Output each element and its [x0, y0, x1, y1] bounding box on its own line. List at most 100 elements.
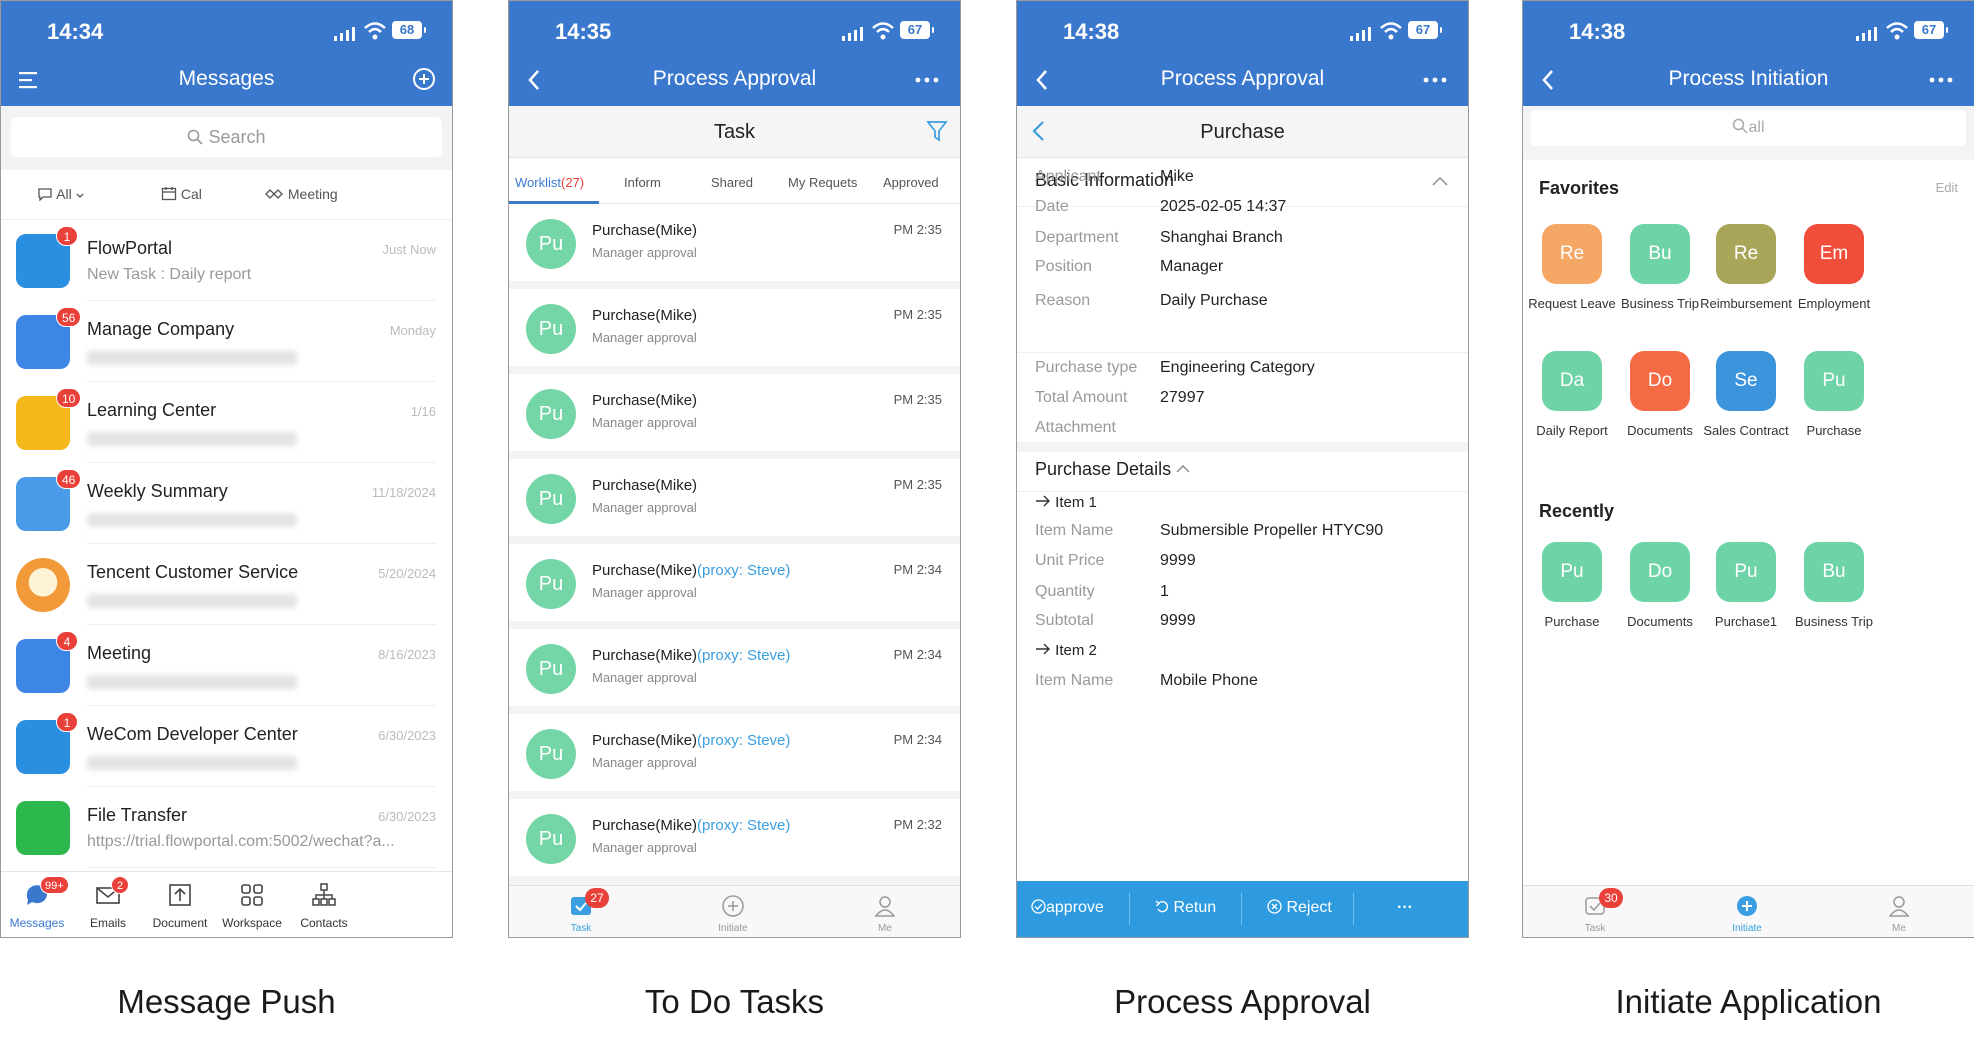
message-list: 1 FlowPortal New Task : Daily report Just N… [1, 220, 452, 868]
plus-circle-icon [1737, 896, 1757, 916]
task-row[interactable]: Pu Purchase(Mike)(proxy: Steve) Manager ap… [509, 629, 960, 706]
signal-icon [1350, 27, 1372, 41]
search-input[interactable]: Search [11, 117, 442, 157]
chevron-down-icon [76, 193, 84, 198]
message-row[interactable]: 1 WeCom Developer Center 6/30/2023 [1, 706, 452, 787]
tab-label: Initiate [718, 923, 748, 934]
message-row[interactable]: 4 Meeting 8/16/2023 [1, 625, 452, 706]
item-1-header: Item 1 [1035, 494, 1097, 511]
task-name: Purchase(Mike) [592, 732, 698, 749]
message-row[interactable]: 46 Weekly Summary 11/18/2024 [1, 463, 452, 544]
task-row[interactable]: Pu Purchase(Mike)(proxy: Steve) Manager ap… [509, 799, 960, 876]
recently-title: Recently [1539, 501, 1615, 521]
tab-task[interactable]: 27 Task [521, 886, 641, 937]
task-title: Purchase(Mike)(proxy: Steve) [592, 817, 790, 834]
more-icon[interactable] [1924, 67, 1960, 93]
task-row[interactable]: Pu Purchase(Mike)(proxy: Steve) Manager ap… [509, 714, 960, 791]
edit-button[interactable]: Edit [1936, 180, 1958, 195]
filter-cal[interactable]: Cal [161, 186, 202, 202]
filter-all[interactable]: All [37, 186, 84, 202]
approve-label: approve [1046, 899, 1104, 916]
sub-header: Task [509, 106, 960, 158]
filter-all-label: All [56, 186, 72, 202]
tab-contacts[interactable]: Contacts [279, 872, 369, 937]
status-time: 14:38 [1569, 19, 1626, 44]
message-time: 5/20/2024 [378, 566, 436, 581]
chevron-up-icon[interactable] [1432, 176, 1448, 186]
tab-me[interactable]: Me [825, 886, 945, 937]
filter-icon[interactable] [926, 120, 948, 142]
task-step: Manager approval [592, 245, 697, 260]
field-label: Item Name [1035, 672, 1114, 689]
section-purchase-details[interactable]: Purchase Details [1035, 459, 1190, 480]
add-icon[interactable] [402, 67, 438, 93]
filter-bar: All Cal Meeting [1, 170, 452, 220]
app-tile[interactable]: Bu Business Trip [1779, 542, 1889, 629]
message-row[interactable]: 56 Manage Company Monday [1, 301, 452, 382]
app-icon: Do [1630, 351, 1690, 411]
tab-initiate[interactable]: Initiate [1687, 886, 1807, 937]
status-bar: 14:38 67 [1523, 19, 1974, 45]
field-value: 9999 [1160, 612, 1196, 629]
task-title: Purchase(Mike) [592, 477, 697, 494]
task-row[interactable]: Pu Purchase(Mike) Manager approval PM 2:35 [509, 459, 960, 536]
message-row[interactable]: Tencent Customer Service 5/20/2024 [1, 544, 452, 625]
unread-badge: 4 [56, 631, 78, 651]
message-row[interactable]: 10 Learning Center 1/16 [1, 382, 452, 463]
message-row[interactable]: 1 FlowPortal New Task : Daily report Just N… [1, 220, 452, 301]
task-row[interactable]: Pu Purchase(Mike) Manager approval PM 2:35 [509, 204, 960, 281]
page-title: Process Initiation [1668, 67, 1829, 90]
section-gap [1017, 442, 1468, 452]
app-icon: Pu [1716, 542, 1776, 602]
task-avatar: Pu [526, 814, 576, 864]
field-label: Unit Price [1035, 552, 1105, 569]
message-preview-blurred [87, 513, 297, 527]
task-time: PM 2:35 [893, 477, 942, 492]
tab-approved[interactable]: Approved [883, 175, 939, 190]
status-time: 14:35 [555, 19, 612, 44]
field-label: Applicant [1035, 168, 1101, 185]
field-label: Quantity [1035, 583, 1095, 600]
app-tile[interactable]: Pu Purchase [1779, 351, 1889, 438]
task-name: Purchase(Mike) [592, 647, 698, 664]
tab-initiate[interactable]: Initiate [673, 886, 793, 937]
reject-button[interactable]: Reject [1267, 899, 1332, 917]
task-row[interactable]: Pu Purchase(Mike)(proxy: Steve) Manager ap… [509, 544, 960, 621]
search-input[interactable]: all [1531, 110, 1966, 146]
task-step: Manager approval [592, 585, 697, 600]
task-avatar: Pu [526, 559, 576, 609]
task-avatar: Pu [526, 304, 576, 354]
return-button[interactable]: Retun [1155, 899, 1216, 917]
message-row[interactable]: File Transfer https://trial.flowportal.co… [1, 787, 452, 868]
tab-my-requests[interactable]: My Requets [788, 175, 857, 190]
approve-button[interactable]: approve [1031, 899, 1104, 917]
more-actions-button[interactable]: ··· [1397, 899, 1413, 917]
tab-task[interactable]: 30 Task [1535, 886, 1655, 937]
message-preview-blurred [87, 675, 297, 689]
process-approval-screen: 14:38 67 Process Approval Purchase Basic… [1016, 0, 1469, 938]
message-preview: https://trial.flowportal.com:5002/wechat… [87, 833, 395, 850]
tab-me[interactable]: Me [1839, 886, 1959, 937]
divider [1017, 352, 1468, 353]
undo-icon [1155, 900, 1168, 913]
more-icon[interactable] [1418, 67, 1454, 93]
more-icon[interactable] [910, 67, 946, 93]
tab-inform[interactable]: Inform [624, 175, 661, 190]
app-tile[interactable]: Em Employment [1779, 224, 1889, 311]
app-icon: Bu [1630, 224, 1690, 284]
task-list: Pu Purchase(Mike) Manager approval PM 2:35 P… [509, 204, 960, 886]
task-row[interactable]: Pu Purchase(Mike) Manager approval PM 2:35 [509, 374, 960, 451]
message-preview: New Task : Daily report [87, 266, 252, 283]
task-proxy: (proxy: Steve) [697, 817, 791, 834]
tab-shared[interactable]: Shared [711, 175, 753, 190]
task-row[interactable]: Pu Purchase(Mike) Manager approval PM 2:35 [509, 289, 960, 366]
wifi-icon [1886, 22, 1908, 40]
field-value: Mobile Phone [1160, 672, 1258, 689]
message-time: Just Now [382, 242, 436, 257]
tab-worklist[interactable]: Worklist(27) [515, 175, 584, 190]
check-circle-icon [1031, 899, 1046, 914]
divider [1017, 491, 1468, 492]
filter-meeting[interactable]: Meeting [264, 186, 338, 202]
app-icon: Pu [1804, 351, 1864, 411]
field-label: Position [1035, 258, 1092, 275]
